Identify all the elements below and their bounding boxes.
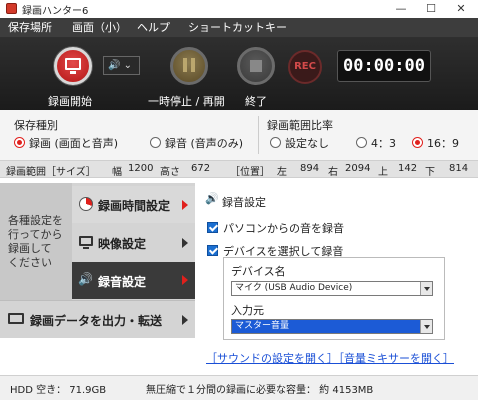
radio-label-4-3: 4：3 bbox=[371, 137, 396, 150]
monitor-icon bbox=[65, 58, 81, 70]
window-title: 録画ハンター6 bbox=[22, 6, 89, 17]
nav-label-audio: 録音設定 bbox=[98, 275, 147, 289]
checkbox-device-select[interactable] bbox=[207, 245, 218, 256]
left-label: 左 bbox=[277, 167, 287, 178]
monitor-stand-icon bbox=[70, 71, 76, 74]
chevron-right-icon bbox=[182, 315, 188, 325]
pause-icon bbox=[183, 58, 195, 72]
radio-label-16-9: 16：9 bbox=[427, 137, 459, 150]
timer-display: 00:00:00 bbox=[337, 50, 431, 82]
input-source-label: 入力元 bbox=[231, 304, 264, 317]
required-capacity: 無圧縮で１分間の録画に必要な容量： 約 4153MB bbox=[146, 385, 374, 396]
nav-description: 各種設定を 行ってから 録画して ください bbox=[8, 214, 63, 269]
right-label: 右 bbox=[328, 167, 338, 178]
menu-screen-small[interactable]: 画面（小） bbox=[72, 18, 127, 37]
device-name-label: デバイス名 bbox=[231, 265, 286, 278]
height-label: 高さ bbox=[160, 167, 180, 178]
close-button[interactable]: ✕ bbox=[446, 0, 476, 18]
bottom-value: 814 bbox=[449, 163, 469, 174]
app-icon bbox=[6, 3, 17, 14]
top-value: 142 bbox=[398, 163, 418, 174]
hdd-free: HDD 空き： 71.9GB bbox=[10, 385, 107, 396]
radio-label-none: 設定なし bbox=[285, 137, 329, 150]
top-label: 上 bbox=[378, 167, 388, 178]
speaker-icon: 🔊 bbox=[78, 272, 93, 286]
save-type-title: 保存種別 bbox=[14, 119, 58, 132]
active-arrow-icon bbox=[182, 200, 188, 210]
radio-audio-only[interactable] bbox=[150, 137, 161, 148]
nav-label-video: 映像設定 bbox=[98, 237, 147, 251]
clock-icon bbox=[79, 197, 93, 211]
menu-help[interactable]: ヘルプ bbox=[137, 18, 170, 37]
audio-section-title: 録音設定 bbox=[222, 196, 266, 209]
monitor-stand-small bbox=[83, 247, 89, 249]
menu-save-location[interactable]: 保存場所 bbox=[8, 18, 52, 37]
stop-icon bbox=[250, 60, 262, 72]
speaker-dropdown[interactable]: 🔊 ⌄ bbox=[103, 56, 140, 75]
height-value: 672 bbox=[191, 163, 211, 174]
record-start-label: 録画開始 bbox=[48, 95, 92, 108]
radio-ratio-none[interactable] bbox=[270, 137, 281, 148]
range-ratio-title: 録画範囲比率 bbox=[267, 119, 333, 132]
bottom-label: 下 bbox=[425, 167, 435, 178]
folder-icon bbox=[8, 313, 24, 324]
range-size-label: 録画範囲［サイズ］ bbox=[6, 167, 96, 178]
position-label: ［位置］ bbox=[230, 167, 270, 178]
monitor-icon-small bbox=[79, 236, 93, 246]
radio-label-record: 録画 (画面と音声) bbox=[29, 137, 119, 150]
chevron-down-icon[interactable] bbox=[420, 320, 432, 333]
left-value: 894 bbox=[300, 163, 320, 174]
stop-label: 終了 bbox=[245, 95, 267, 108]
speaker-icon: 🔊 bbox=[205, 192, 219, 205]
rec-button[interactable]: REC bbox=[288, 50, 322, 84]
width-label: 幅 bbox=[112, 167, 122, 178]
active-arrow-icon bbox=[182, 275, 188, 285]
device-select[interactable]: マイク (USB Audio Device) bbox=[231, 281, 433, 296]
menu-shortcut-keys[interactable]: ショートカットキー bbox=[188, 18, 287, 37]
width-value: 1200 bbox=[128, 163, 154, 174]
pause-resume-label: 一時停止 / 再開 bbox=[148, 95, 225, 108]
checkbox-pc-sound[interactable] bbox=[207, 222, 218, 233]
sound-settings-link[interactable]: ［サウンドの設定を開く］ bbox=[206, 350, 338, 366]
checkbox-label-pc-sound: パソコンからの音を録音 bbox=[223, 222, 344, 235]
radio-record-screen-audio[interactable] bbox=[14, 137, 25, 148]
nav-label-output: 録画データを出力・転送 bbox=[30, 314, 163, 328]
radio-ratio-16-9[interactable] bbox=[412, 137, 423, 148]
maximize-button[interactable]: ☐ bbox=[416, 0, 446, 18]
radio-label-audio: 録音 (音声のみ) bbox=[165, 137, 244, 150]
minimize-button[interactable]: — bbox=[386, 0, 416, 18]
input-source-select[interactable]: マスター音量 bbox=[231, 319, 433, 334]
nav-label-record-time: 録画時間設定 bbox=[98, 199, 171, 213]
chevron-right-icon bbox=[182, 238, 188, 248]
chevron-down-icon[interactable] bbox=[420, 282, 432, 295]
divider bbox=[258, 116, 259, 154]
volume-mixer-link[interactable]: ［音量ミキサーを開く］ bbox=[333, 350, 454, 366]
radio-ratio-4-3[interactable] bbox=[356, 137, 367, 148]
right-value: 2094 bbox=[345, 163, 371, 174]
